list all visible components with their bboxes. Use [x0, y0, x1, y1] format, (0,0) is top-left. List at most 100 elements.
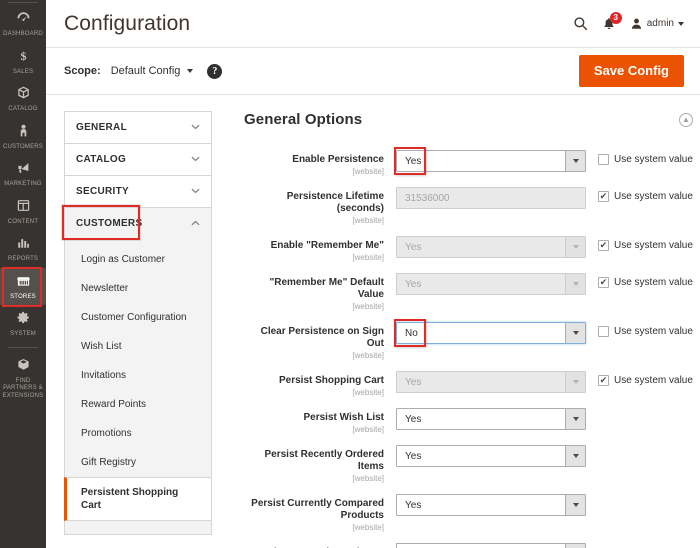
config-section-label: CUSTOMERS	[76, 218, 143, 229]
field-scope-tag: [website]	[352, 351, 384, 360]
checkbox-icon[interactable]: ✔	[598, 277, 609, 288]
use-system-value-toggle[interactable]: ✔ Use system value	[586, 273, 693, 288]
field-scope-tag: [website]	[352, 474, 384, 483]
rail-item-label: CONTENT	[7, 218, 39, 225]
select-dropdown: Yes	[396, 273, 586, 295]
rail-item-label: CUSTOMERS	[2, 143, 44, 150]
rail-item-catalog[interactable]: CATALOG	[0, 80, 46, 118]
rail-item-content[interactable]: CONTENT	[0, 193, 46, 231]
form-row: Persist Shopping Cart [website] Yes ✔ Use sy…	[244, 371, 693, 397]
config-nav-item-invitations[interactable]: Invitations	[65, 361, 211, 390]
rail-item-marketing[interactable]: MARKETING	[0, 155, 46, 193]
chevron-down-icon	[191, 155, 200, 164]
rail-item-stores[interactable]: STORES	[0, 267, 46, 305]
config-nav-item-persistent-shopping-cart[interactable]: Persistent Shopping Cart	[64, 477, 211, 521]
user-icon	[631, 18, 641, 29]
chevron-down-icon	[191, 123, 200, 132]
scope-value: Default Config	[110, 65, 181, 77]
select-dropdown[interactable]: Yes	[396, 445, 586, 467]
select-dropdown[interactable]: No	[396, 322, 586, 344]
scope-selector[interactable]: Default Config	[111, 65, 194, 77]
rail-item-label: MARKETING	[4, 181, 42, 187]
select-dropdown[interactable]: Yes	[396, 543, 586, 548]
select-value: Yes	[405, 413, 422, 425]
megaphone-icon	[16, 160, 31, 179]
config-nav-item-promotions[interactable]: Promotions	[65, 419, 211, 448]
notifications-bell[interactable]: 3	[602, 11, 622, 31]
select-dropdown: Yes	[396, 371, 586, 393]
rail-item-label: SYSTEM	[10, 331, 36, 337]
field-control-wrap: Yes	[396, 273, 586, 295]
person-icon	[16, 123, 31, 142]
window-icon	[16, 198, 31, 217]
page-header: Configuration 3 admin	[46, 0, 700, 47]
rail-item-customers[interactable]: CUSTOMERS	[0, 118, 46, 156]
field-control-wrap: 31536000	[396, 187, 586, 209]
configuration-nav: GENERAL CATALOG SECURITY CUSTOMERS Login as …	[62, 111, 212, 546]
form-row: Persist Recently Ordered Items [website] Y…	[244, 445, 693, 483]
chevron-down-icon	[565, 237, 585, 257]
question-mark-icon[interactable]: ?	[207, 63, 223, 79]
save-config-button[interactable]: Save Config	[578, 54, 684, 88]
config-nav-item-gift-registry[interactable]: Gift Registry	[65, 448, 211, 477]
use-system-value-toggle[interactable]: ✔ Use system value	[586, 371, 693, 386]
select-value: Yes	[405, 376, 422, 388]
rail-item-dashboard[interactable]: DASHBOARD	[0, 5, 46, 43]
field-label-text: Persist Shopping Cart	[278, 375, 384, 386]
chevron-down-icon	[565, 274, 585, 294]
form-row: "Remember Me" Default Value [website] Yes ✔…	[244, 273, 693, 311]
notification-count-badge: 3	[609, 11, 622, 24]
field-label: Persist Wish List [website]	[244, 408, 396, 434]
rail-item-sales[interactable]: $ SALES	[0, 43, 46, 81]
box-icon	[16, 85, 31, 104]
config-form-panel: General Options ▲ Enable Persistence [web…	[212, 111, 700, 548]
checkbox-icon[interactable]: ✔	[598, 191, 609, 202]
rail-item-system[interactable]: SYSTEM	[0, 305, 46, 343]
config-section-customers[interactable]: CUSTOMERS	[64, 207, 212, 239]
field-label-text: Persistence Lifetime (seconds)	[286, 191, 384, 214]
general-options-header[interactable]: General Options ▲	[244, 111, 693, 134]
use-system-value-toggle[interactable]: ✔ Use system value	[586, 322, 693, 337]
field-control-wrap: No	[394, 319, 586, 347]
config-nav-footer	[64, 525, 212, 535]
chevron-up-circle-icon[interactable]: ▲	[678, 112, 693, 127]
chevron-down-icon	[191, 187, 200, 196]
select-dropdown[interactable]: Yes	[396, 408, 586, 430]
rail-item-reports[interactable]: REPORTS	[0, 230, 46, 268]
use-system-value-toggle[interactable]: ✔ Use system value	[586, 150, 693, 165]
field-label: Clear Persistence on Sign Out [website]	[244, 322, 396, 360]
config-nav-item-customer-configuration[interactable]: Customer Configuration	[65, 303, 211, 332]
checkbox-icon[interactable]: ✔	[598, 375, 609, 386]
use-system-value-toggle[interactable]: ✔ Use system value	[586, 236, 693, 251]
rail-item-label: DASHBOARD	[3, 31, 43, 37]
select-dropdown[interactable]: Yes	[396, 494, 586, 516]
field-label-text: Clear Persistence on Sign Out	[260, 326, 384, 349]
select-value: Yes	[405, 278, 422, 290]
field-label: Enable "Remember Me" [website]	[244, 236, 396, 262]
select-dropdown[interactable]: Yes	[396, 150, 586, 172]
config-section-catalog[interactable]: CATALOG	[64, 143, 212, 175]
config-nav-item-login-as-customer[interactable]: Login as Customer	[65, 245, 211, 274]
field-control-wrap: Yes	[394, 147, 586, 175]
rail-item-find-partners-extensions[interactable]: FIND PARTNERS & EXTENSIONS	[0, 352, 46, 405]
config-section-general[interactable]: GENERAL	[64, 111, 212, 143]
field-control-wrap: Yes	[396, 543, 586, 548]
admin-sidebar-rail: DASHBOARD $ SALES CATALOG CUSTOMERS MARKETING…	[0, 0, 46, 548]
use-system-value-toggle[interactable]: ✔ Use system value	[586, 187, 693, 202]
config-section-security[interactable]: SECURITY	[64, 175, 212, 207]
chevron-down-icon	[565, 446, 585, 466]
checkbox-icon[interactable]: ✔	[598, 326, 609, 337]
use-system-value-label: Use system value	[614, 240, 693, 251]
admin-page: DASHBOARD $ SALES CATALOG CUSTOMERS MARKETING…	[0, 0, 700, 548]
search-icon[interactable]	[573, 16, 588, 31]
field-control-wrap: Yes	[396, 408, 586, 430]
config-nav-item-newsletter[interactable]: Newsletter	[65, 274, 211, 303]
checkbox-icon[interactable]: ✔	[598, 240, 609, 251]
user-name: admin	[646, 18, 674, 29]
field-control-wrap: Yes	[396, 236, 586, 258]
config-nav-item-wish-list[interactable]: Wish List	[65, 332, 211, 361]
checkbox-icon[interactable]: ✔	[598, 154, 609, 165]
user-menu[interactable]: admin	[630, 17, 684, 30]
config-nav-item-reward-points[interactable]: Reward Points	[65, 390, 211, 419]
select-value: Yes	[405, 155, 422, 167]
